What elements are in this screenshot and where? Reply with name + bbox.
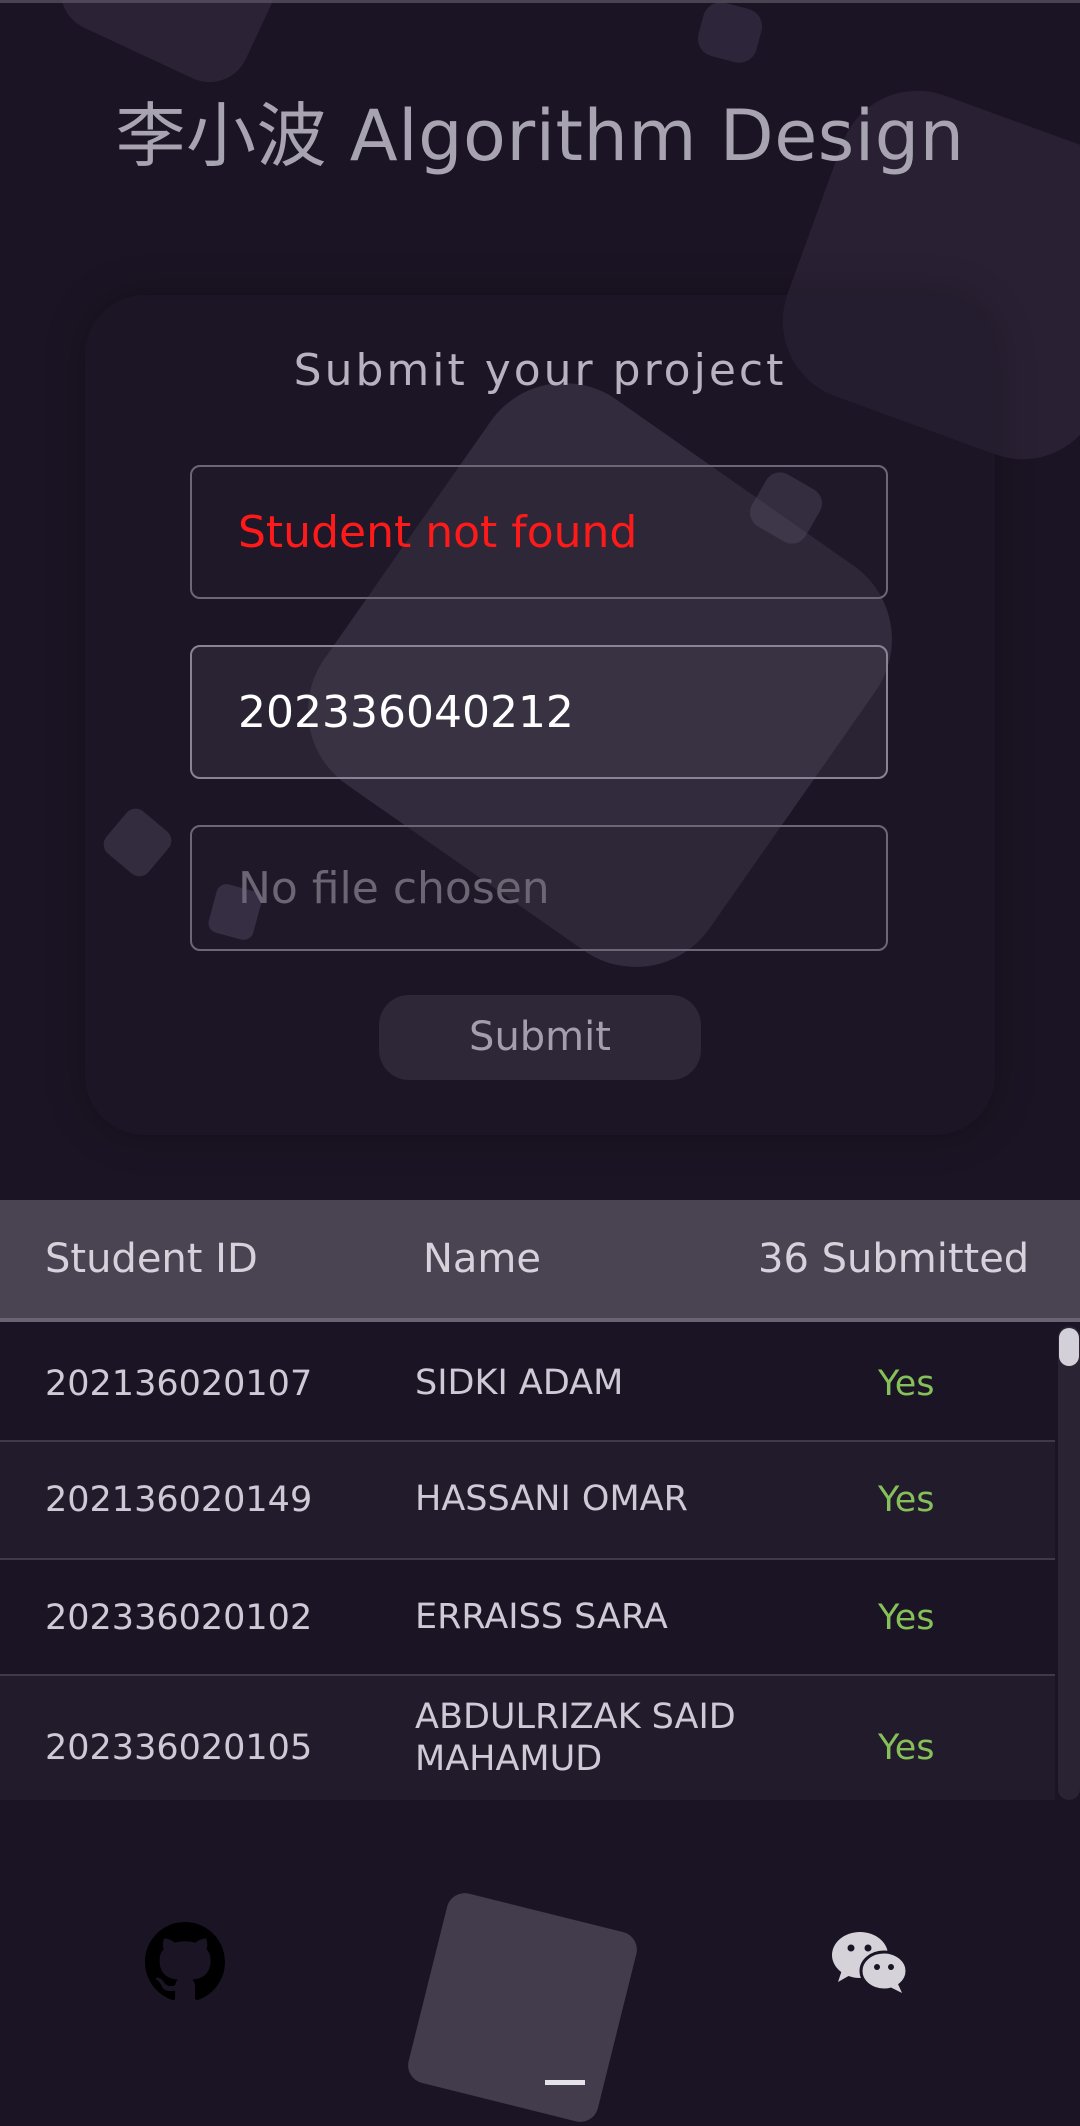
column-header-student-id: Student ID [45,1236,258,1282]
table-body[interactable]: 202136020107 SIDKI ADAM Yes 202136020149… [0,1326,1080,1800]
cell-student-id: 202136020149 [45,1480,313,1520]
cell-name: ERRAISS SARA [415,1597,668,1637]
home-indicator [545,2080,585,2085]
cell-name: ABDULRIZAK SAID MAHAMUD [415,1697,736,1779]
wechat-icon[interactable] [830,1930,910,1995]
column-header-name: Name [423,1236,542,1282]
column-header-submitted: 36 Submitted [758,1236,1030,1282]
cell-submitted: Yes [878,1598,935,1638]
table-scrollbar[interactable] [1058,1326,1080,1800]
cell-student-id: 202336020105 [45,1728,313,1768]
cell-submitted: Yes [878,1480,935,1520]
cell-name: SIDKI ADAM [415,1363,624,1403]
student-name-value: Student not found [238,506,638,558]
cell-name: HASSANI OMAR [415,1479,688,1519]
file-input[interactable]: No file chosen [190,825,888,951]
cell-submitted: Yes [878,1728,935,1768]
student-id-field[interactable]: 202336040212 [190,645,888,779]
cell-student-id: 202336020102 [45,1598,313,1638]
form-heading: Submit your project [293,345,787,396]
table-scrollbar-thumb[interactable] [1059,1328,1079,1366]
page-title: 李小波 Algorithm Design [115,95,965,177]
table-row: 202336020102 ERRAISS SARA Yes [0,1560,1055,1676]
cell-student-id: 202136020107 [45,1364,313,1404]
table-header: Student ID Name 36 Submitted [0,1200,1080,1322]
student-id-value: 202336040212 [238,686,574,738]
table-row: 202336020105 ABDULRIZAK SAID MAHAMUD Yes [0,1676,1055,1800]
table-row: 202136020149 HASSANI OMAR Yes [0,1442,1055,1560]
github-icon[interactable] [145,1922,225,2002]
file-input-placeholder: No file chosen [238,862,550,914]
student-name-field[interactable]: Student not found [190,465,888,599]
table-row: 202136020107 SIDKI ADAM Yes [0,1326,1055,1442]
submit-button[interactable]: Submit [379,995,701,1080]
decor-shape [404,1889,641,2126]
cell-submitted: Yes [878,1364,935,1404]
decor-shape [693,0,767,67]
